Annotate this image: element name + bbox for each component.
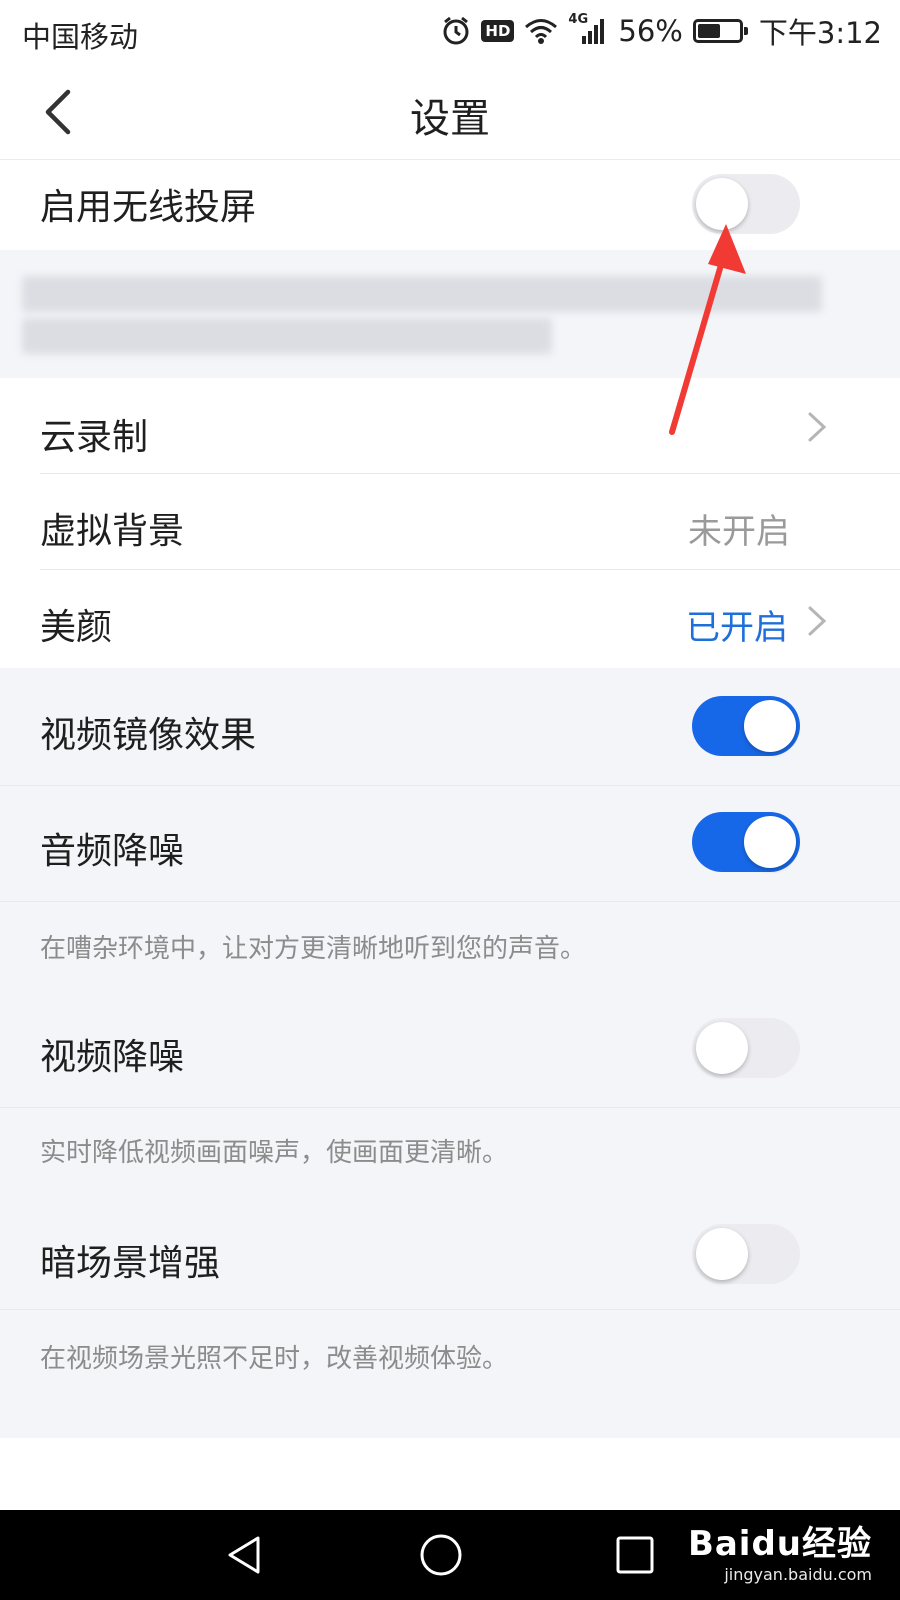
status-bar: 中国移动 HD 4G 56% 下午3:12 bbox=[0, 0, 900, 64]
triangle-back-icon bbox=[228, 1536, 260, 1574]
clock: 下午3:12 bbox=[758, 16, 882, 50]
setting-virtual-background[interactable]: 虚拟背景 未开启 bbox=[0, 474, 900, 570]
hd-icon: HD bbox=[481, 20, 515, 42]
audio-noise-toggle[interactable] bbox=[692, 812, 800, 872]
low-light-hint: 在视频场景光照不足时，改善视频体验。 bbox=[40, 1344, 509, 1374]
battery-fill bbox=[697, 24, 720, 38]
setting-beauty[interactable]: 美颜 已开启 bbox=[0, 570, 900, 668]
system-home-button[interactable] bbox=[418, 1532, 464, 1578]
blurred-content bbox=[0, 250, 900, 376]
divider bbox=[0, 1107, 900, 1108]
video-noise-label: 视频降噪 bbox=[40, 1037, 185, 1078]
wifi-icon bbox=[524, 17, 558, 45]
battery-icon bbox=[692, 19, 748, 43]
beauty-status: 已开启 bbox=[686, 608, 788, 648]
setting-low-light-enhancement: 暗场景增强 bbox=[0, 1194, 900, 1310]
navigation-bar: 设置 bbox=[0, 64, 900, 160]
toggle-knob bbox=[744, 700, 796, 752]
chevron-right-icon bbox=[808, 412, 827, 442]
carrier-name: 中国移动 bbox=[22, 20, 139, 54]
video-noise-toggle[interactable] bbox=[692, 1018, 800, 1078]
beauty-label: 美颜 bbox=[40, 607, 113, 648]
watermark-site: jingyan.baidu.com bbox=[724, 1565, 872, 1584]
circle-home-icon bbox=[420, 1534, 462, 1576]
setting-video-mirror: 视频镜像效果 bbox=[0, 668, 900, 786]
system-navigation-bar: Baidu经验 jingyan.baidu.com bbox=[0, 1510, 900, 1600]
divider bbox=[0, 901, 900, 902]
battery-percent: 56% bbox=[618, 14, 683, 48]
setting-next-partial[interactable] bbox=[0, 1438, 900, 1510]
page-title: 设置 bbox=[410, 96, 490, 142]
toggle-knob bbox=[696, 1228, 748, 1280]
square-recents-icon bbox=[616, 1536, 654, 1574]
virtual-background-status: 未开启 bbox=[688, 512, 790, 552]
divider bbox=[0, 1309, 900, 1310]
toggle-knob bbox=[696, 1022, 748, 1074]
cellular-signal-icon: 4G bbox=[568, 12, 608, 46]
virtual-background-label: 虚拟背景 bbox=[40, 511, 185, 552]
watermark-brand: Baidu经验 bbox=[687, 1524, 872, 1564]
cloud-record-label: 云录制 bbox=[40, 417, 149, 458]
low-light-toggle[interactable] bbox=[692, 1224, 800, 1284]
low-light-label: 暗场景增强 bbox=[40, 1243, 221, 1284]
status-icons: HD 4G 56% 下午3:12 bbox=[441, 10, 882, 52]
video-mirror-toggle[interactable] bbox=[692, 696, 800, 756]
wireless-cast-label: 启用无线投屏 bbox=[40, 187, 257, 228]
setting-cloud-record[interactable]: 云录制 bbox=[0, 378, 900, 474]
system-recents-button[interactable] bbox=[612, 1532, 658, 1578]
toggle-knob bbox=[696, 178, 748, 230]
video-mirror-label: 视频镜像效果 bbox=[40, 715, 257, 756]
system-back-button[interactable] bbox=[222, 1532, 268, 1578]
setting-wireless-cast: 启用无线投屏 bbox=[0, 160, 900, 250]
chevron-right-icon bbox=[808, 606, 827, 636]
wireless-cast-toggle[interactable] bbox=[692, 174, 800, 234]
alarm-icon bbox=[441, 16, 471, 46]
baidu-watermark: Baidu经验 jingyan.baidu.com bbox=[688, 1516, 872, 1584]
setting-audio-noise-reduction: 音频降噪 bbox=[0, 786, 900, 902]
audio-noise-label: 音频降噪 bbox=[40, 831, 185, 872]
setting-video-noise-reduction: 视频降噪 bbox=[0, 990, 900, 1108]
toggle-knob bbox=[744, 816, 796, 868]
video-noise-hint: 实时降低视频画面噪声，使画面更清晰。 bbox=[40, 1138, 509, 1168]
audio-noise-hint: 在嘈杂环境中，让对方更清晰地听到您的声音。 bbox=[40, 934, 587, 964]
